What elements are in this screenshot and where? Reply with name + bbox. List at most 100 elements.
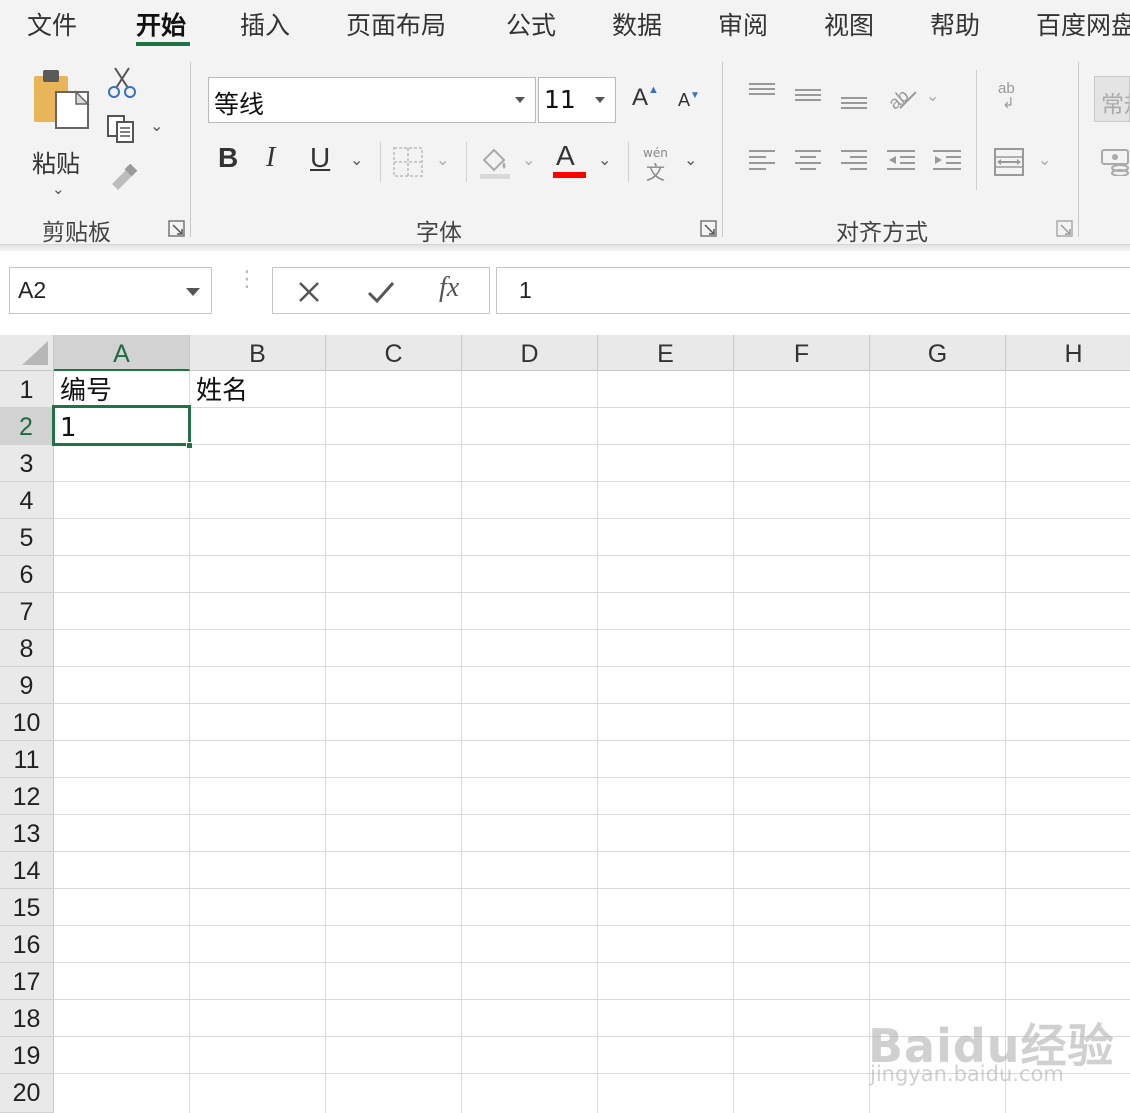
row-header-2[interactable]: 2 — [0, 408, 54, 445]
column-header-a[interactable]: A — [54, 335, 190, 371]
row-header-15[interactable]: 15 — [0, 889, 54, 926]
row-header-12[interactable]: 12 — [0, 778, 54, 815]
name-box-dropdown-icon[interactable] — [186, 288, 200, 296]
row-header-11[interactable]: 11 — [0, 741, 54, 778]
column-header-d[interactable]: D — [462, 335, 598, 371]
grid-line — [1005, 371, 1006, 1113]
alignment-dialog-launcher-icon[interactable] — [1056, 220, 1074, 238]
merge-center-icon[interactable] — [994, 148, 1024, 176]
row-header-19[interactable]: 19 — [0, 1037, 54, 1074]
fill-handle[interactable] — [186, 442, 193, 449]
format-painter-icon[interactable] — [108, 164, 138, 190]
fill-color-dropdown-icon[interactable]: ⌄ — [522, 150, 535, 169]
decrease-font-size-button[interactable]: A▼ — [678, 90, 700, 111]
font-name-combobox[interactable]: 等线 — [208, 77, 536, 123]
orientation-icon[interactable]: ab — [886, 80, 918, 112]
font-color-dropdown-icon[interactable]: ⌄ — [598, 150, 611, 169]
cancel-icon[interactable] — [297, 280, 321, 304]
row-header-8[interactable]: 8 — [0, 630, 54, 667]
accounting-format-icon[interactable] — [1100, 146, 1130, 176]
italic-button[interactable]: I — [266, 142, 275, 174]
row-header-10[interactable]: 10 — [0, 704, 54, 741]
font-name-dropdown-icon[interactable] — [515, 97, 525, 103]
align-right-icon[interactable] — [840, 148, 868, 174]
cell-a1[interactable]: 编号 — [54, 372, 189, 409]
enter-check-icon[interactable] — [367, 280, 395, 304]
tab-formulas[interactable]: 公式 — [506, 6, 556, 42]
cut-icon[interactable] — [106, 66, 138, 100]
borders-dropdown-icon[interactable]: ⌄ — [436, 150, 449, 169]
formula-bar-splitter-icon[interactable]: ⋮ — [236, 269, 258, 291]
name-box[interactable]: A2 — [9, 267, 212, 314]
tab-home[interactable]: 开始 — [136, 6, 186, 42]
row-header-4[interactable]: 4 — [0, 482, 54, 519]
align-center-icon[interactable] — [794, 148, 822, 174]
increase-indent-icon[interactable] — [932, 148, 962, 174]
tab-file[interactable]: 文件 — [27, 6, 77, 42]
tab-data[interactable]: 数据 — [612, 6, 662, 42]
font-size-dropdown-icon[interactable] — [595, 97, 605, 103]
row-header-9[interactable]: 9 — [0, 667, 54, 704]
middle-align-icon[interactable] — [794, 82, 822, 110]
tab-help[interactable]: 帮助 — [930, 6, 980, 42]
row-header-7[interactable]: 7 — [0, 593, 54, 630]
row-header-16[interactable]: 16 — [0, 926, 54, 963]
font-size-combobox[interactable]: 11 — [538, 77, 616, 123]
row-header-1[interactable]: 1 — [0, 371, 54, 408]
orientation-dropdown-icon[interactable]: ⌄ — [926, 86, 939, 105]
column-header-f[interactable]: F — [734, 335, 870, 371]
tab-review[interactable]: 审阅 — [718, 6, 768, 42]
grid-line — [733, 371, 734, 1113]
tab-insert[interactable]: 插入 — [240, 6, 290, 42]
borders-icon[interactable] — [392, 146, 424, 178]
row-header-13[interactable]: 13 — [0, 815, 54, 852]
bold-button[interactable]: B — [218, 142, 238, 174]
font-dialog-launcher-icon[interactable] — [700, 220, 718, 238]
wrap-text-button[interactable]: ab ↲ — [996, 80, 1024, 114]
row-header-17[interactable]: 17 — [0, 963, 54, 1000]
paste-button[interactable]: 粘贴 ⌄ — [24, 64, 94, 198]
fill-color-icon[interactable] — [478, 144, 512, 180]
row-header-5[interactable]: 5 — [0, 519, 54, 556]
copy-dropdown-icon[interactable]: ⌄ — [150, 116, 163, 135]
phonetic-guide-button[interactable]: wén 文 — [642, 146, 672, 184]
bottom-align-icon[interactable] — [840, 82, 868, 112]
top-align-icon[interactable] — [748, 82, 776, 104]
merge-dropdown-icon[interactable]: ⌄ — [1038, 150, 1051, 169]
underline-dropdown-icon[interactable]: ⌄ — [350, 150, 363, 169]
column-header-c[interactable]: C — [326, 335, 462, 371]
column-header-e[interactable]: E — [598, 335, 734, 371]
active-tab-indicator — [136, 42, 190, 46]
grid-line — [597, 371, 598, 1113]
column-header-g[interactable]: G — [870, 335, 1006, 371]
column-header-b[interactable]: B — [190, 335, 326, 371]
font-color-button[interactable]: A — [556, 140, 575, 172]
font-group-label: 字体 — [416, 220, 462, 246]
phonetic-bottom: 文 — [646, 162, 666, 184]
insert-function-button[interactable]: fx — [439, 272, 459, 304]
row-header-6[interactable]: 6 — [0, 556, 54, 593]
clipboard-dialog-launcher-icon[interactable] — [168, 220, 186, 238]
select-all-button[interactable] — [0, 335, 54, 371]
tab-view[interactable]: 视图 — [824, 6, 874, 42]
cell-b1[interactable]: 姓名 — [190, 372, 325, 409]
row-header-20[interactable]: 20 — [0, 1074, 54, 1113]
copy-icon[interactable] — [106, 114, 136, 144]
tab-baidu-netdisk[interactable]: 百度网盘 — [1036, 6, 1130, 42]
underline-button[interactable]: U — [310, 142, 330, 174]
number-format-combobox[interactable]: 常规 — [1094, 76, 1130, 122]
font-color-swatch — [553, 172, 586, 178]
grid-line — [54, 888, 1130, 889]
phonetic-dropdown-icon[interactable]: ⌄ — [684, 150, 697, 169]
tab-page-layout[interactable]: 页面布局 — [346, 6, 446, 42]
increase-font-size-button[interactable]: A▲ — [632, 84, 659, 112]
font-size-value: 11 — [544, 85, 576, 114]
row-header-3[interactable]: 3 — [0, 445, 54, 482]
row-header-18[interactable]: 18 — [0, 1000, 54, 1037]
decrease-indent-icon[interactable] — [886, 148, 916, 174]
row-header-14[interactable]: 14 — [0, 852, 54, 889]
grid-line — [54, 666, 1130, 667]
formula-input[interactable]: 1 — [496, 267, 1130, 314]
column-header-h[interactable]: H — [1006, 335, 1130, 371]
align-left-icon[interactable] — [748, 148, 776, 174]
